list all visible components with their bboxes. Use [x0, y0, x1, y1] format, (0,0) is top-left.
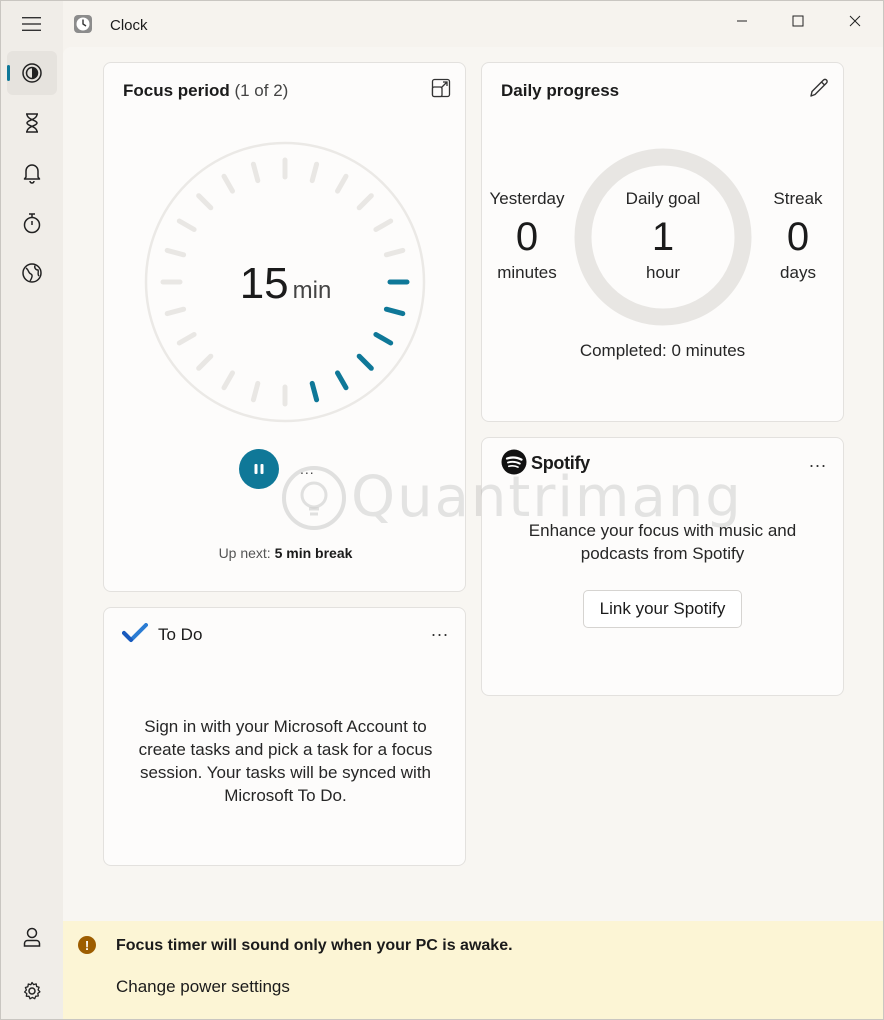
todo-message-line: Microsoft To Do.: [224, 786, 347, 805]
todo-logo-icon: [122, 623, 148, 642]
close-icon: [849, 15, 861, 27]
sidebar: [1, 1, 63, 1019]
maximize-icon: [792, 15, 804, 27]
focus-count: (1 of 2): [234, 81, 289, 100]
timer-display: 15 min: [104, 259, 467, 309]
sidebar-item-settings[interactable]: [7, 969, 57, 1013]
todo-title: To Do: [158, 625, 203, 644]
notice-title: Focus timer will sound only when your PC…: [116, 937, 513, 954]
daily-goal-unit: hour: [645, 263, 681, 282]
yesterday-label: Yesterday: [489, 189, 565, 208]
sidebar-item-stopwatch[interactable]: [7, 201, 57, 245]
bell-icon: [23, 164, 41, 184]
hourglass-icon: [26, 113, 38, 133]
daily-goal-value: 1: [651, 215, 675, 259]
todo-card: To Do ... Sign in with your Microsoft Ac…: [103, 607, 466, 866]
todo-message-line: Sign in with your Microsoft Account to: [144, 717, 427, 736]
active-indicator: [7, 65, 10, 81]
power-notice-bar: ! Focus timer will sound only when your …: [63, 921, 883, 1019]
maximize-button[interactable]: [775, 5, 821, 37]
globe-icon: [22, 263, 42, 283]
todo-more-button[interactable]: ...: [431, 620, 449, 641]
spotify-card: Spotify ... Enhance your focus with musi…: [481, 437, 844, 696]
up-next-label: Up next:: [218, 545, 271, 561]
daily-goal-label: Daily goal: [625, 189, 701, 208]
streak-unit: days: [780, 263, 816, 282]
streak-label: Streak: [773, 189, 823, 208]
focus-more-button[interactable]: ...: [300, 461, 315, 477]
sidebar-item-alarm[interactable]: [7, 151, 57, 195]
sidebar-item-timer[interactable]: [7, 101, 57, 145]
todo-message-line: create tasks and pick a task for a focus: [138, 740, 433, 759]
focus-period-card: Focus period (1 of 2) 15 min ... Up next…: [103, 62, 466, 592]
clock-window: Clock Focus period (1 of 2) 15 min ... U…: [0, 0, 884, 1020]
gear-icon: [23, 981, 41, 1000]
todo-message: Sign in with your Microsoft Account to c…: [104, 715, 467, 807]
streak-stat: Streak 0 days: [743, 189, 853, 283]
clock-app-icon: [74, 15, 92, 33]
daily-progress-card: Daily progress Yesterday 0 minutes Daily…: [481, 62, 844, 422]
close-button[interactable]: [832, 5, 878, 37]
spotify-logo-icon: [501, 449, 527, 475]
sidebar-item-focus-sessions[interactable]: [7, 51, 57, 95]
spotify-message-line: Enhance your focus with music and: [528, 521, 797, 540]
spotify-message-line: podcasts from Spotify: [580, 544, 745, 563]
timer-value: 15: [239, 259, 289, 308]
person-icon: [23, 927, 41, 947]
title-bar: Clock: [1, 1, 883, 47]
stopwatch-icon: [23, 213, 41, 234]
spotify-brand: Spotify: [531, 453, 590, 473]
todo-message-line: session. Your tasks will be synced with: [139, 763, 432, 782]
up-next: Up next: 5 min break: [104, 545, 467, 561]
spotify-message: Enhance your focus with music and podcas…: [482, 519, 843, 565]
sidebar-item-account[interactable]: [7, 915, 57, 959]
streak-value: 0: [786, 215, 810, 259]
daily-progress-title: Daily progress: [501, 81, 620, 100]
yesterday-unit: minutes: [497, 263, 557, 282]
warning-icon: !: [78, 936, 96, 954]
minimize-button[interactable]: [719, 5, 765, 37]
compact-overlay-icon[interactable]: [431, 78, 451, 98]
yesterday-stat: Yesterday 0 minutes: [472, 189, 582, 283]
yesterday-value: 0: [515, 215, 539, 259]
minimize-icon: [737, 20, 747, 22]
edit-pencil-icon[interactable]: [808, 77, 830, 99]
app-title: Clock: [110, 17, 148, 34]
link-spotify-button[interactable]: Link your Spotify: [583, 590, 742, 628]
main-content: Focus period (1 of 2) 15 min ... Up next…: [63, 47, 883, 921]
daily-goal-stat: Daily goal 1 hour: [608, 189, 718, 283]
sidebar-item-world-clock[interactable]: [7, 251, 57, 295]
focus-icon: [22, 63, 42, 83]
pause-icon: [254, 464, 264, 474]
up-next-value: 5 min break: [274, 545, 353, 561]
timer-unit: min: [292, 277, 332, 304]
pause-button[interactable]: [239, 449, 279, 489]
completed-text: Completed: 0 minutes: [579, 341, 746, 360]
focus-title-text: Focus period: [123, 81, 230, 100]
change-power-settings-link[interactable]: Change power settings: [116, 977, 290, 997]
focus-period-title: Focus period (1 of 2): [123, 81, 288, 101]
spotify-more-button[interactable]: ...: [809, 451, 827, 472]
